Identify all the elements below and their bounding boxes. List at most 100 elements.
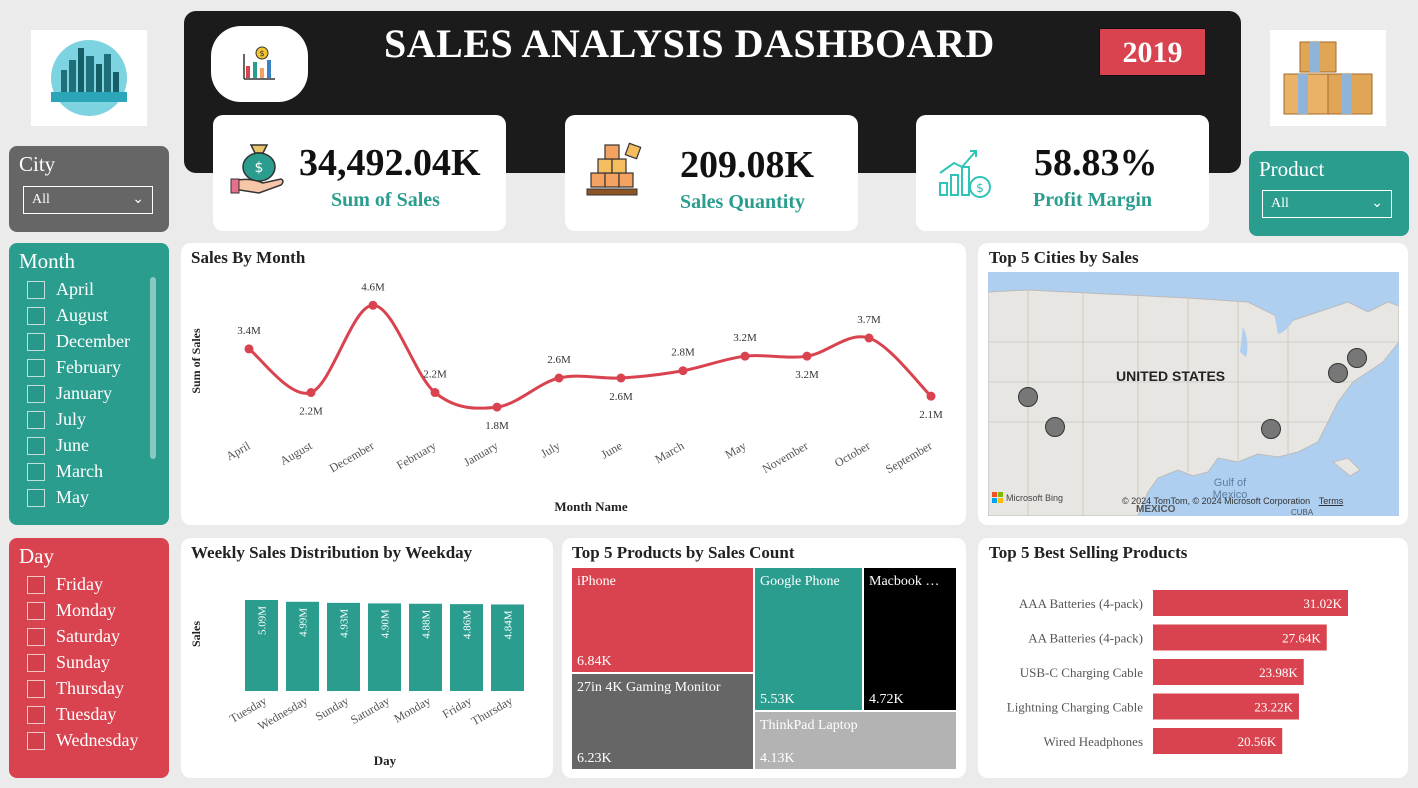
us-map[interactable]: UNITED STATES Gulf of Mexico MEXICO CUBA…: [988, 272, 1399, 516]
checkbox[interactable]: [27, 358, 45, 377]
city-dropdown-value: All: [32, 192, 50, 207]
data-label: 1.8M: [485, 420, 509, 432]
chevron-down-icon: ⌄: [1371, 196, 1383, 211]
bar-value-label: 4.93M: [339, 609, 351, 638]
x-tick-label: August: [277, 438, 315, 468]
data-point[interactable]: [864, 333, 874, 343]
kpi-label: Sales Quantity: [680, 191, 806, 213]
day-option-wednesday[interactable]: Wednesday: [27, 730, 139, 751]
city-marker[interactable]: [1328, 363, 1348, 383]
month-option-august[interactable]: August: [27, 305, 108, 326]
cardboard-boxes-icon: [1283, 41, 1373, 115]
data-point[interactable]: [554, 373, 564, 383]
month-option-january[interactable]: January: [27, 383, 112, 404]
data-label: 2.8M: [671, 347, 695, 359]
checkbox[interactable]: [27, 731, 45, 750]
month-option-june[interactable]: June: [27, 435, 89, 456]
sales-line: [248, 303, 933, 410]
treemap-tile-gaming-monitor[interactable]: 27in 4K Gaming Monitor 6.23K: [572, 674, 753, 769]
city-marker[interactable]: [1018, 387, 1038, 407]
bing-logo: Microsoft Bing: [992, 492, 1063, 503]
data-point[interactable]: [430, 388, 440, 398]
checkbox[interactable]: [27, 306, 45, 325]
city-marker[interactable]: [1347, 348, 1367, 368]
month-option-march[interactable]: March: [27, 461, 103, 482]
treemap-tile-thinkpad[interactable]: ThinkPad Laptop 4.13K: [755, 712, 956, 769]
checkbox[interactable]: [27, 653, 45, 672]
day-option-sunday[interactable]: Sunday: [27, 652, 110, 673]
day-option-thursday[interactable]: Thursday: [27, 678, 124, 699]
data-label: 2.2M: [299, 406, 323, 418]
city-marker[interactable]: [1045, 417, 1065, 437]
month-scrollbar[interactable]: [150, 277, 156, 459]
data-point[interactable]: [492, 402, 502, 412]
x-tick-label: February: [394, 438, 439, 472]
data-label: 3.2M: [795, 369, 819, 381]
data-point[interactable]: [926, 391, 936, 401]
day-option-label: Thursday: [56, 678, 124, 698]
month-option-february[interactable]: February: [27, 357, 121, 378]
bar-value-label: 4.99M: [298, 608, 310, 637]
checkbox[interactable]: [27, 679, 45, 698]
product-slicer: Product All ⌄: [1249, 151, 1409, 236]
kpi-label: Sum of Sales: [331, 189, 440, 211]
y-axis-title: Sales: [189, 621, 203, 647]
day-option-label: Friday: [56, 574, 103, 594]
data-point[interactable]: [678, 366, 688, 376]
y-axis-title: Sum of Sales: [189, 328, 203, 394]
checkbox[interactable]: [27, 601, 45, 620]
month-option-label: July: [56, 409, 87, 429]
product-dropdown-value: All: [1271, 196, 1289, 211]
growth-chart-coin-icon: $: [939, 150, 991, 198]
header-icon-box: $: [211, 26, 308, 102]
x-tick-label: Thursday: [469, 693, 515, 728]
data-point[interactable]: [368, 300, 378, 310]
best-selling-panel: Top 5 Best Selling Products 31.02K AAA Ba…: [978, 538, 1408, 778]
city-skyline-icon: [51, 40, 127, 116]
cuba-label: CUBA: [1291, 508, 1314, 516]
day-option-tuesday[interactable]: Tuesday: [27, 704, 116, 725]
city-dropdown[interactable]: All ⌄: [23, 186, 153, 214]
x-axis-title: Day: [374, 753, 397, 768]
day-slicer: Day Friday Monday Saturday Sunday Thursday Tu…: [9, 538, 169, 778]
treemap-tile-macbook[interactable]: Macbook … 4.72K: [864, 568, 956, 710]
treemap-tile-iphone[interactable]: iPhone 6.84K: [572, 568, 753, 672]
checkbox[interactable]: [27, 410, 45, 429]
checkbox[interactable]: [27, 280, 45, 299]
treemap-tile-google-phone[interactable]: Google Phone 5.53K: [755, 568, 862, 710]
checkbox[interactable]: [27, 462, 45, 481]
product-dropdown[interactable]: All ⌄: [1262, 190, 1392, 218]
bar-value-label: 5.09M: [257, 606, 269, 635]
day-option-friday[interactable]: Friday: [27, 574, 103, 595]
checkbox[interactable]: [27, 575, 45, 594]
terms-link[interactable]: Terms: [1319, 496, 1344, 506]
month-option-may[interactable]: May: [27, 487, 89, 508]
x-tick-label: May: [722, 438, 748, 461]
data-point[interactable]: [306, 388, 316, 398]
country-label: UNITED STATES: [1116, 368, 1226, 384]
month-option-december[interactable]: December: [27, 331, 130, 352]
product-logo: [1270, 30, 1386, 126]
month-option-april[interactable]: April: [27, 279, 94, 300]
city-slicer: City All ⌄: [9, 146, 169, 232]
month-slicer: Month April August December February January…: [9, 243, 169, 525]
data-point[interactable]: [802, 351, 812, 361]
checkbox[interactable]: [27, 488, 45, 507]
month-option-july[interactable]: July: [27, 409, 86, 430]
data-point[interactable]: [616, 373, 626, 383]
day-option-monday[interactable]: Monday: [27, 600, 116, 621]
data-point[interactable]: [740, 351, 750, 361]
data-point[interactable]: [244, 344, 254, 354]
city-marker[interactable]: [1261, 419, 1281, 439]
best-selling-chart: 31.02K AAA Batteries (4-pack) 27.64K AA Bat…: [1007, 590, 1348, 754]
day-option-saturday[interactable]: Saturday: [27, 626, 120, 647]
city-slicer-title: City: [19, 152, 56, 176]
checkbox[interactable]: [27, 627, 45, 646]
month-option-label: June: [56, 435, 89, 455]
checkbox[interactable]: [27, 436, 45, 455]
checkbox[interactable]: [27, 332, 45, 351]
checkbox[interactable]: [27, 384, 45, 403]
day-option-label: Monday: [56, 600, 116, 620]
sales-by-month-chart: 3.4M April 2.2M August 4.6M December 2.2M Febru…: [189, 281, 943, 514]
checkbox[interactable]: [27, 705, 45, 724]
